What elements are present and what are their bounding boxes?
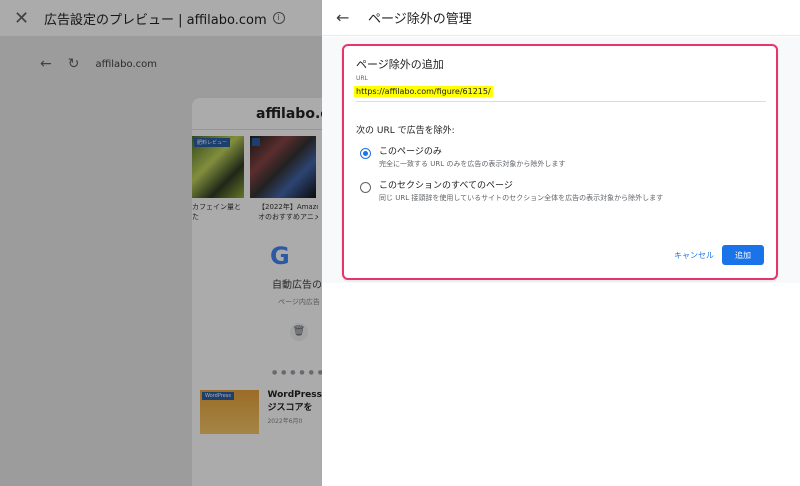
url-underline	[356, 101, 766, 102]
back-arrow-icon[interactable]: ←	[336, 8, 360, 27]
add-exclusion-card: ページ除外の追加 URL https://affilabo.com/figure…	[342, 44, 778, 280]
radio-this-page[interactable]	[360, 148, 371, 159]
exclude-section-label: 次の URL で広告を除外:	[356, 126, 455, 136]
option-section-pages[interactable]: このセクションのすべてのページ 同じ URL 接頭辞を使用しているサイトのセクシ…	[360, 178, 663, 203]
url-label: URL	[356, 75, 368, 82]
url-field[interactable]: https://affilabo.com/figure/61215/	[354, 86, 493, 97]
panel-header: ← ページ除外の管理	[322, 0, 800, 36]
add-button[interactable]: 追加	[722, 245, 764, 265]
overlay-scrim[interactable]	[0, 0, 322, 486]
option-description: 同じ URL 接頭辞を使用しているサイトのセクション全体を広告の表示対象から除外…	[379, 194, 664, 202]
radio-section-pages[interactable]	[360, 182, 371, 193]
card-title: ページ除外の追加	[356, 58, 444, 71]
option-description: 完全に一致する URL のみを広告の表示対象から除外します	[379, 160, 566, 168]
option-title: このページのみ	[379, 147, 442, 157]
option-title: このセクションのすべてのページ	[379, 181, 513, 191]
page-exclusion-panel: ← ページ除外の管理 ページ除外の追加 URL https://affilabo…	[322, 0, 800, 486]
panel-title: ページ除外の管理	[368, 12, 472, 27]
option-this-page[interactable]: このページのみ 完全に一致する URL のみを広告の表示対象から除外します	[360, 144, 565, 169]
cancel-button[interactable]: キャンセル	[674, 250, 714, 261]
